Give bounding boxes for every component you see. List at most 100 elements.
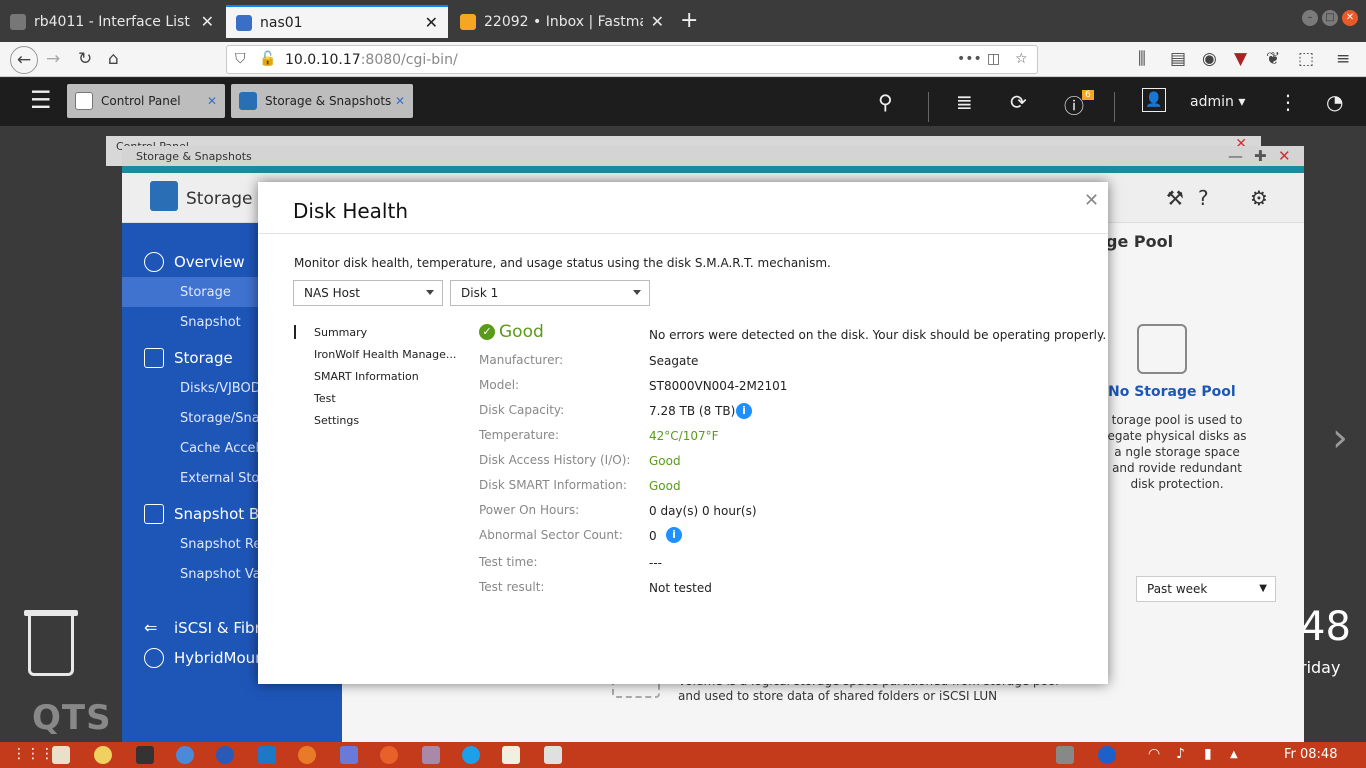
reload-icon[interactable]: ↻ xyxy=(78,49,92,69)
clipboard-icon[interactable]: ▮ xyxy=(1204,746,1212,762)
url-text[interactable]: 10.0.10.17:8080/cgi-bin/ xyxy=(285,52,458,68)
browser-tab-title: rb4011 - Interface List at xyxy=(34,13,193,30)
maximize-icon[interactable]: □ xyxy=(1322,10,1338,26)
sidebar-icon[interactable]: ▤ xyxy=(1170,49,1186,69)
trash-icon[interactable] xyxy=(28,616,74,676)
browser-tab-nas01[interactable]: nas01 ✕ xyxy=(226,5,448,38)
settings-gear-icon[interactable]: ⚙ xyxy=(1250,186,1268,210)
new-tab-button[interactable]: + xyxy=(680,8,698,33)
library-icon[interactable]: ⫼ xyxy=(1138,49,1146,69)
close-tab-icon[interactable]: ✕ xyxy=(651,12,664,31)
field-value-model: ST8000VN004-2M2101 xyxy=(649,379,788,393)
close-icon[interactable]: ✕ xyxy=(207,94,217,108)
nav-test[interactable]: Test xyxy=(314,392,336,405)
more-options-icon[interactable]: ⋮ xyxy=(1278,90,1298,114)
iscsi-icon: ⇐ xyxy=(144,618,158,637)
field-value-temperature: 42°C/107°F xyxy=(649,429,719,443)
qts-tab-label: Storage & Snapshots xyxy=(265,94,392,108)
maximize-icon[interactable]: ✚ xyxy=(1254,147,1267,165)
browser-icon[interactable] xyxy=(216,746,234,764)
chevron-down-icon: ▼ xyxy=(1259,583,1267,594)
taskbar-clock[interactable]: Fr 08:48 xyxy=(1284,747,1337,762)
close-icon[interactable]: ✕ xyxy=(1278,147,1291,165)
pocket-icon[interactable]: ◫ xyxy=(987,51,1000,67)
close-tab-icon[interactable]: ✕ xyxy=(201,12,214,31)
minimize-icon[interactable]: – xyxy=(1302,10,1318,26)
user-avatar-icon[interactable]: 👤 xyxy=(1142,88,1166,112)
browser-tab-strip: rb4011 - Interface List at ✕ nas01 ✕ 220… xyxy=(0,0,1366,42)
time-range-select[interactable]: Past week ▼ xyxy=(1136,576,1276,602)
skype-icon[interactable] xyxy=(462,746,480,764)
vivaldi-extension-icon[interactable]: ▼ xyxy=(1234,49,1247,69)
qts-menu-icon[interactable]: ☰ xyxy=(30,86,52,114)
chevron-right-icon[interactable]: › xyxy=(1332,415,1348,461)
close-icon[interactable]: ✕ xyxy=(1084,190,1099,211)
camera-icon xyxy=(144,504,164,524)
nav-ironwolf-health[interactable]: IronWolf Health Manage... xyxy=(314,348,456,361)
event-notifications-icon[interactable]: ⓘ xyxy=(1064,90,1084,119)
close-tab-icon[interactable]: ✕ xyxy=(425,13,438,32)
menu-icon[interactable]: ≡ xyxy=(1336,49,1350,69)
bookmark-star-icon[interactable]: ☆ xyxy=(1015,51,1028,67)
password-manager-icon[interactable] xyxy=(94,746,112,764)
extensions-icon[interactable]: ⬚ xyxy=(1298,49,1314,69)
account-icon[interactable]: ◉ xyxy=(1202,49,1217,69)
browser-tab-rb4011[interactable]: rb4011 - Interface List at ✕ xyxy=(0,5,224,38)
field-label: Model: xyxy=(479,378,520,392)
dashboard-icon xyxy=(144,252,164,272)
back-icon[interactable]: ← xyxy=(10,46,38,74)
gnome-extension-icon[interactable]: ❦ xyxy=(1266,49,1280,69)
disk-select[interactable]: Disk 1 xyxy=(450,280,650,306)
divider xyxy=(258,233,1108,234)
qts-tab-control-panel[interactable]: Control Panel ✕ xyxy=(67,84,225,118)
security-shield-icon[interactable] xyxy=(1056,746,1074,764)
url-host: 10.0.10.17 xyxy=(285,52,361,68)
video-editor-icon[interactable] xyxy=(422,746,440,764)
postman-icon[interactable] xyxy=(298,746,316,764)
terminal-icon[interactable] xyxy=(136,746,154,764)
external-device-icon[interactable]: ⟳ xyxy=(1010,90,1027,114)
nav-settings[interactable]: Settings xyxy=(314,414,359,427)
page-actions-icon[interactable]: ••• xyxy=(957,51,982,67)
check-circle-icon: ✓ xyxy=(479,324,495,340)
volume-icon[interactable]: ♪ xyxy=(1176,746,1185,762)
settings-icon[interactable] xyxy=(544,746,562,764)
firefox-icon[interactable] xyxy=(380,746,398,764)
forward-icon[interactable]: → xyxy=(46,49,60,69)
qts-tab-storage[interactable]: Storage & Snapshots ✕ xyxy=(231,84,413,118)
tray-expand-icon[interactable]: ▲ xyxy=(1230,749,1238,760)
wifi-icon[interactable]: ◠ xyxy=(1148,746,1160,762)
text-editor-icon[interactable] xyxy=(502,746,520,764)
chromium-icon[interactable] xyxy=(176,746,194,764)
browser-tab-fastmail[interactable]: 22092 • Inbox | Fastmail ✕ xyxy=(450,5,674,38)
user-menu[interactable]: admin ▾ xyxy=(1190,94,1245,110)
dashboard-gauge-icon[interactable]: ◔ xyxy=(1326,90,1343,114)
url-bar[interactable]: ⛉ 🔓 10.0.10.17:8080/cgi-bin/ ••• ◫ ☆ xyxy=(226,45,1038,74)
nav-summary[interactable]: Summary xyxy=(314,326,367,339)
discord-icon[interactable] xyxy=(340,746,358,764)
close-icon[interactable]: ✕ xyxy=(395,94,405,108)
search-icon[interactable]: ⚲ xyxy=(878,90,893,114)
info-icon[interactable]: i xyxy=(736,403,752,419)
hp-icon[interactable] xyxy=(1098,746,1116,764)
info-icon[interactable]: i xyxy=(666,527,682,543)
diagnostics-icon[interactable]: ⚒ xyxy=(1166,186,1184,210)
help-icon[interactable]: ? xyxy=(1198,186,1209,210)
insecure-lock-icon[interactable]: 🔓 xyxy=(259,51,276,67)
home-icon[interactable]: ⌂ xyxy=(108,49,119,69)
health-status: ✓ Good xyxy=(479,322,544,342)
app-grid-icon[interactable]: ⋮⋮⋮ xyxy=(12,746,54,762)
files-icon[interactable] xyxy=(52,746,70,764)
field-value-smart-info: Good xyxy=(649,479,681,493)
host-select[interactable]: NAS Host xyxy=(293,280,443,306)
notification-badge: 6 xyxy=(1082,90,1094,100)
background-tasks-icon[interactable]: ≣ xyxy=(956,90,973,114)
storage-app-icon xyxy=(150,181,178,211)
vscode-icon[interactable] xyxy=(258,746,276,764)
close-window-icon[interactable]: ✕ xyxy=(1342,10,1358,26)
no-storage-pool-link[interactable]: No Storage Pool xyxy=(1108,384,1236,400)
shield-icon[interactable]: ⛉ xyxy=(235,51,246,67)
nav-smart-information[interactable]: SMART Information xyxy=(314,370,419,383)
add-storage-pool-icon[interactable] xyxy=(1137,324,1187,374)
minimize-icon[interactable]: — xyxy=(1228,147,1243,165)
